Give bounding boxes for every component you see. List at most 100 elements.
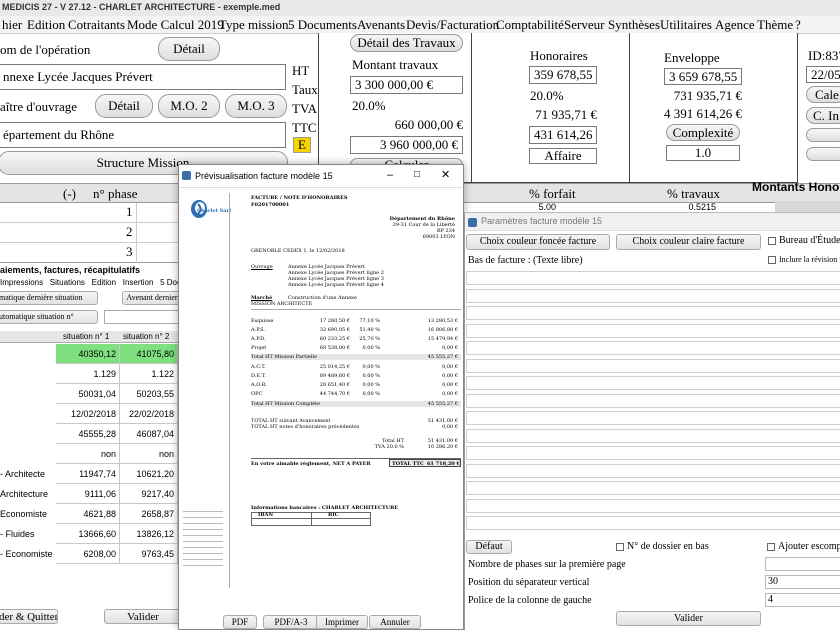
detail-travaux-button[interactable]: Détail des Travaux — [350, 34, 463, 52]
calendar-button[interactable]: Cale — [806, 86, 840, 103]
escompte-checkbox[interactable]: Ajouter escompte — [767, 541, 840, 552]
situation-cell[interactable]: 13826,12 — [120, 524, 178, 544]
situation-cell[interactable]: 46087,04 — [120, 424, 178, 444]
date-field[interactable]: 22/05 — [806, 66, 840, 83]
menu-edition[interactable]: Edition — [27, 17, 65, 33]
id-extra-button-2[interactable] — [806, 147, 840, 161]
bureau-etudes-checkbox[interactable]: Bureau d'Études — [768, 235, 840, 246]
imprimer-button[interactable]: Imprimer — [316, 615, 368, 629]
montant-travaux-field[interactable]: 3 300 000,00 € — [350, 76, 463, 94]
menu-agence[interactable]: Agence — [715, 17, 755, 33]
menu-devis-facturation[interactable]: Devis/Facturation — [406, 17, 499, 33]
menu-utilitaires[interactable]: Utilitaires — [660, 17, 712, 33]
honoraires-ht-field[interactable]: 359 678,55 € — [529, 66, 597, 84]
complexite-button[interactable]: Complexité — [666, 124, 740, 141]
avenant-dernier-button[interactable]: Avenant dernier — [122, 291, 182, 305]
menu-insertion[interactable]: Insertion — [123, 278, 154, 287]
situation-cell[interactable]: non — [120, 444, 178, 464]
menu-mode-calcul[interactable]: Mode Calcul 2019 — [127, 17, 224, 33]
situation-cell[interactable]: 4621,88 — [56, 504, 120, 524]
situation-cell[interactable]: 40350,12 — [56, 344, 120, 364]
close-icon[interactable]: ✕ — [441, 168, 450, 181]
minimize-icon[interactable]: – — [387, 169, 393, 181]
situation-cell[interactable]: 41075,80 — [120, 344, 178, 364]
situation-cell[interactable]: 1.122 — [120, 364, 178, 384]
situation-cell[interactable]: 50203,55 — [120, 384, 178, 404]
free-text-line-field[interactable] — [466, 306, 840, 320]
ttc-travaux-field[interactable]: 3 960 000,00 € — [350, 136, 463, 154]
operation-name-field[interactable]: nnexe Lycée Jacques Prévert — [0, 64, 286, 90]
light-color-button[interactable]: Choix couleur claire facture — [616, 234, 761, 250]
situation-cell[interactable]: 6208,00 — [56, 544, 120, 564]
situation-cell[interactable]: 2658,87 — [120, 504, 178, 524]
affaire-field[interactable]: Affaire — [529, 148, 597, 164]
free-text-line-field[interactable] — [466, 446, 840, 460]
menu-help[interactable]: ? — [795, 17, 801, 33]
free-text-line-field[interactable] — [466, 411, 840, 425]
maitre-detail-button[interactable]: Détail — [95, 94, 153, 118]
situation-cell[interactable]: 9763,45 — [120, 544, 178, 564]
pdfa3-button[interactable]: PDF/A-3 — [263, 615, 319, 629]
auto-situation-button[interactable]: utomatique situation n° — [0, 310, 98, 324]
free-text-line-field[interactable] — [466, 516, 840, 530]
situation-cell[interactable]: 9111,06 — [56, 484, 120, 504]
valider-quitter-button[interactable]: der & Quitter — [0, 609, 58, 624]
menu-impressions[interactable]: Impressions — [0, 278, 43, 287]
situation-cell[interactable]: 12/02/2018 — [56, 404, 120, 424]
defaut-button[interactable]: Défaut — [466, 540, 512, 554]
maximize-icon[interactable]: □ — [414, 169, 420, 180]
menu-avenants[interactable]: Avenants — [357, 17, 405, 33]
enveloppe-ht-field[interactable]: 3 659 678,55 € — [664, 68, 742, 85]
mo2-button[interactable]: M.O. 2 — [158, 94, 220, 118]
revision-checkbox[interactable]: Inclure la révision for — [768, 255, 840, 265]
checkbox-icon[interactable] — [616, 542, 624, 551]
derniere-situation-button[interactable]: matique dernière situation — [0, 291, 98, 305]
situation-cell[interactable]: 1.129 — [56, 364, 120, 384]
honoraires-ttc-field[interactable]: 431 614,26 € — [529, 126, 597, 144]
menu-theme[interactable]: Thème — [757, 17, 793, 33]
separator-field[interactable]: 30 — [765, 575, 840, 589]
free-text-line-field[interactable] — [466, 498, 840, 513]
free-text-line-field[interactable] — [466, 481, 840, 495]
free-text-line-field[interactable] — [466, 358, 840, 373]
situation-number-field[interactable] — [104, 310, 182, 324]
free-text-line-field[interactable] — [466, 341, 840, 355]
situation-cell[interactable]: 22/02/2018 — [120, 404, 178, 424]
c-in-button[interactable]: C. In — [806, 107, 840, 124]
situation-cell[interactable]: 50031,04 — [56, 384, 120, 404]
free-text-line-field[interactable] — [466, 393, 840, 408]
menu-sit-edition[interactable]: Edition — [92, 278, 116, 287]
menu-type-mission[interactable]: Type mission — [219, 17, 289, 33]
annuler-button[interactable]: Annuler — [369, 615, 421, 629]
menu-syntheses[interactable]: Synthèses — [608, 17, 660, 33]
dossier-checkbox[interactable]: N° de dossier en bas — [616, 541, 709, 552]
menu-comptabilite[interactable]: Comptabilité — [496, 17, 564, 33]
phases-first-page-field[interactable] — [765, 557, 840, 571]
checkbox-icon[interactable] — [768, 256, 776, 265]
mo3-button[interactable]: M.O. 3 — [225, 94, 287, 118]
maitre-ouvrage-field[interactable]: épartement du Rhône — [0, 122, 286, 148]
operation-detail-button[interactable]: Détail — [158, 37, 220, 61]
menu-serveur[interactable]: Serveur — [564, 17, 604, 33]
free-text-line-field[interactable] — [466, 376, 840, 390]
complexite-field[interactable]: 1.0 — [666, 145, 740, 161]
params-valider-button[interactable]: Valider — [616, 611, 761, 626]
situation-cell[interactable]: 9217,40 — [120, 484, 178, 504]
menu-documents[interactable]: 5 Documents — [288, 17, 357, 33]
free-text-line-field[interactable] — [466, 323, 840, 338]
situation-cell[interactable]: 45555,28 — [56, 424, 120, 444]
e-indicator[interactable]: E — [293, 137, 311, 153]
checkbox-icon[interactable] — [767, 542, 775, 551]
pdf-button[interactable]: PDF — [223, 615, 257, 629]
menu-cotraitants[interactable]: Cotraitants — [68, 17, 125, 33]
id-extra-button-1[interactable] — [806, 128, 840, 142]
free-text-line-field[interactable] — [466, 271, 840, 285]
situation-cell[interactable]: 13666,60 — [56, 524, 120, 544]
situation-valider-button[interactable]: Valider — [104, 609, 182, 624]
menu-fichier[interactable]: hier — [2, 17, 22, 33]
police-field[interactable]: 4 — [765, 593, 840, 607]
free-text-line-field[interactable] — [466, 288, 840, 303]
dark-color-button[interactable]: Choix couleur foncée facture — [466, 234, 610, 250]
free-text-line-field[interactable] — [466, 428, 840, 443]
free-text-line-field[interactable] — [466, 463, 840, 478]
